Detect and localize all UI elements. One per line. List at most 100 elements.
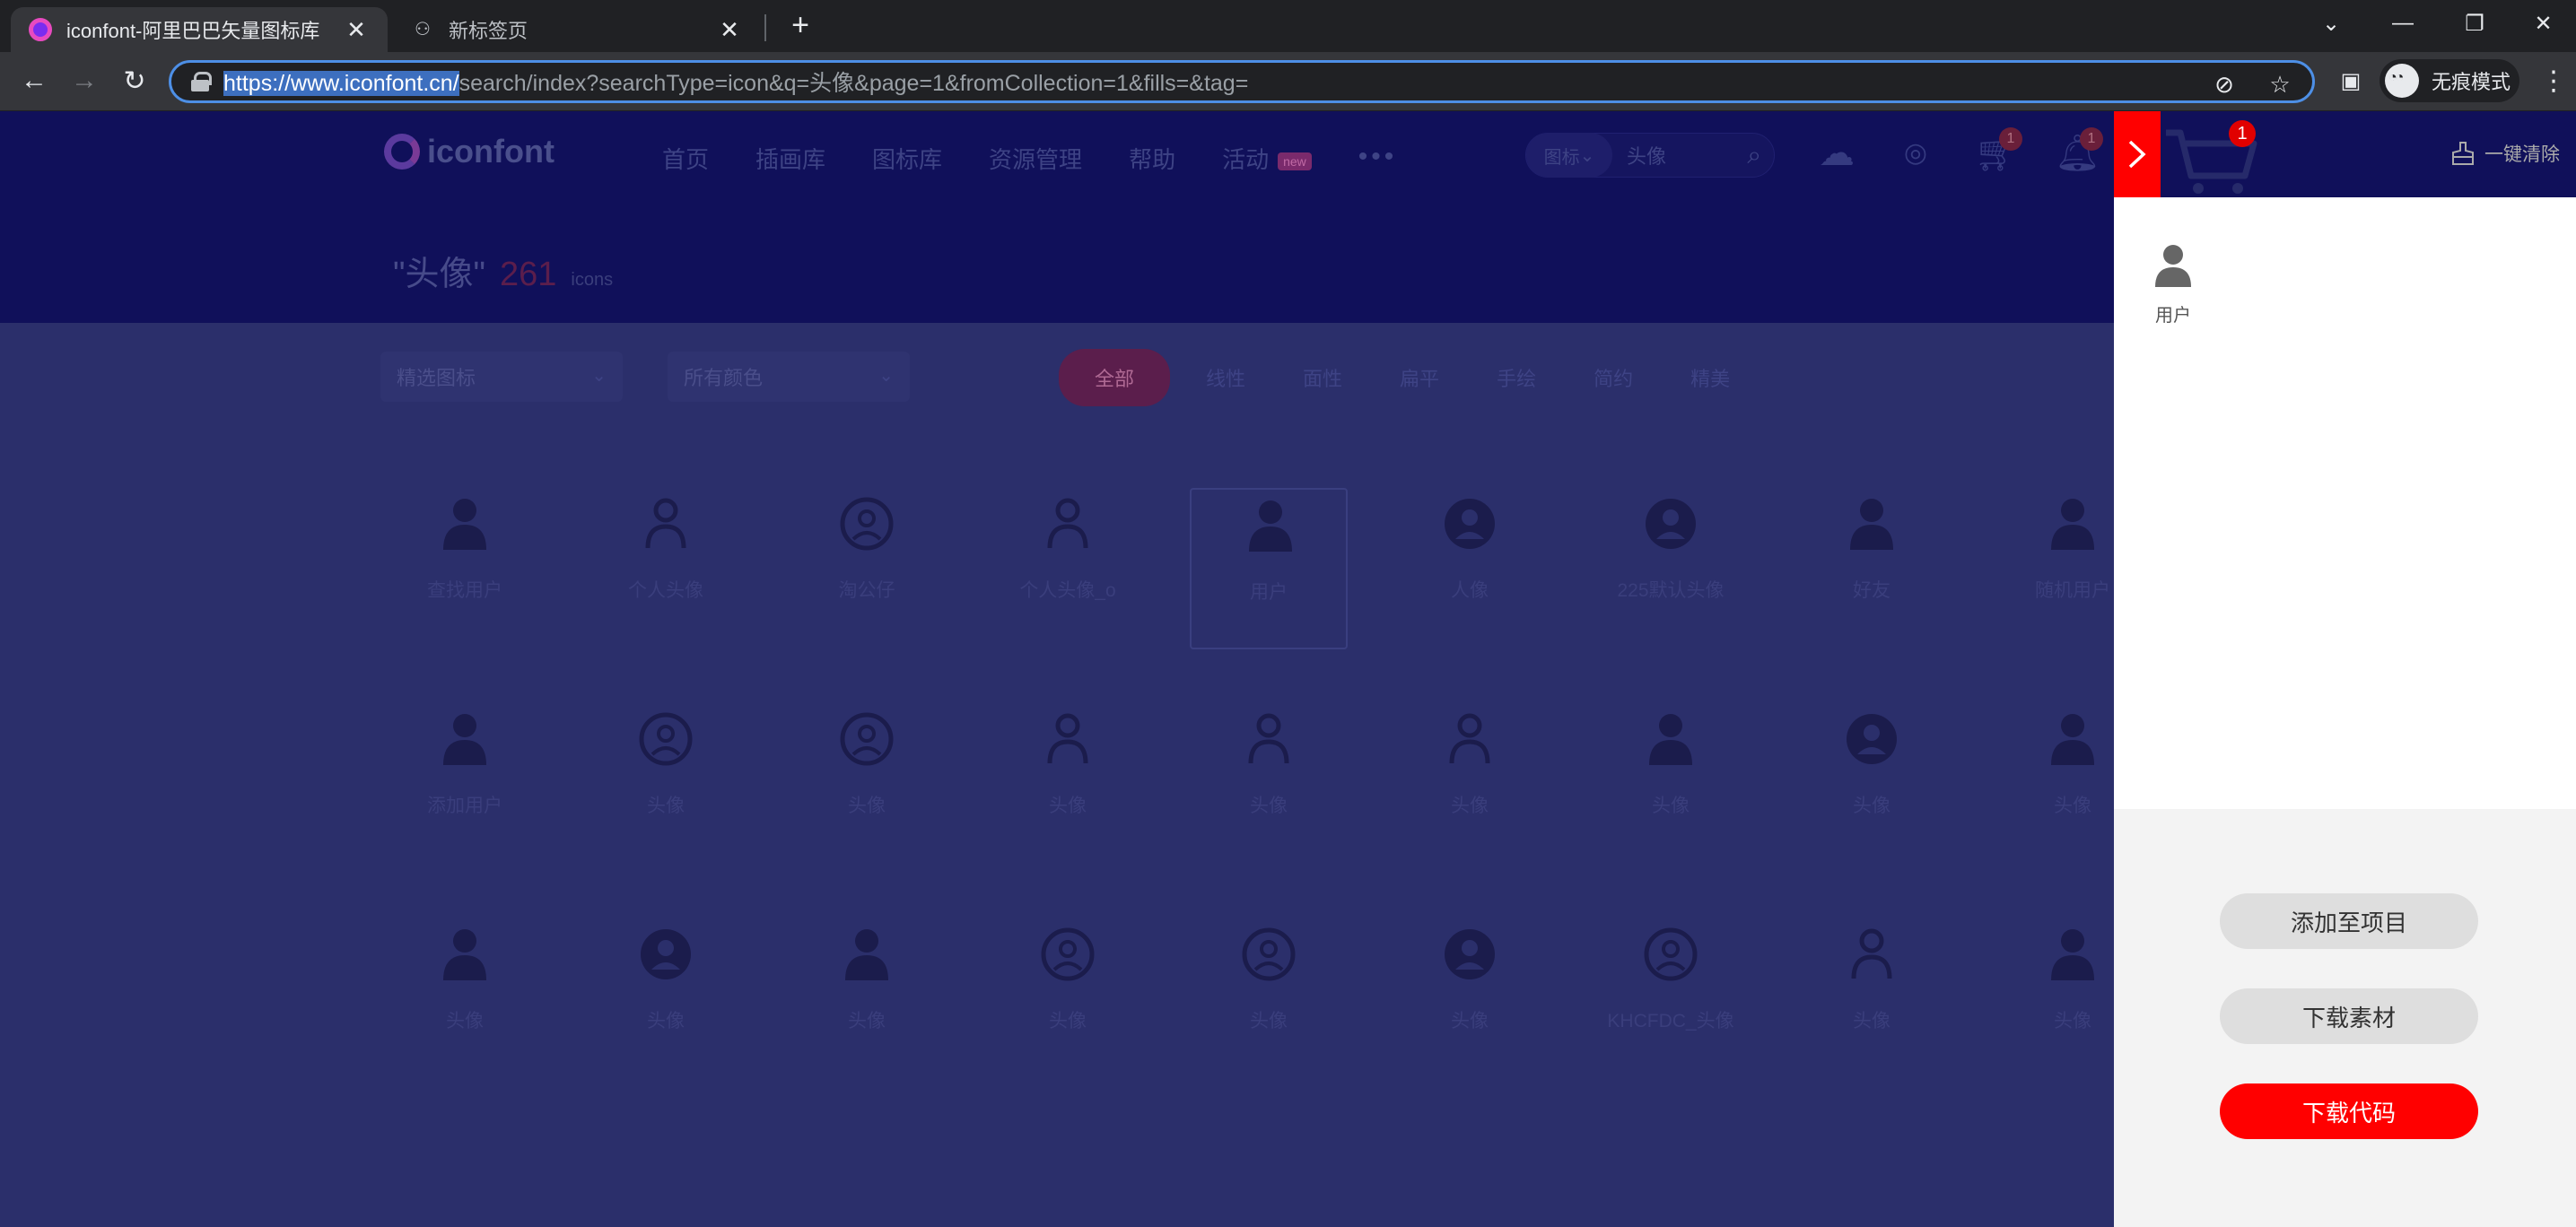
- pill-handdrawn[interactable]: 手绘: [1497, 363, 1536, 392]
- style-filter-pills: 全部 线性 面性 扁平 手绘 简约 精美: [1059, 349, 1787, 406]
- icon-card[interactable]: 好友: [1793, 488, 1951, 649]
- iconfont-logo[interactable]: iconfont: [384, 133, 554, 170]
- download-assets-button[interactable]: 下载素材: [2220, 988, 2478, 1044]
- color-select[interactable]: 所有颜色 ⌄: [668, 352, 910, 402]
- close-tab-icon[interactable]: ✕: [343, 16, 370, 44]
- nav-resource-manage[interactable]: 资源管理: [989, 142, 1082, 175]
- icon-card[interactable]: 头像: [386, 918, 544, 1080]
- url-text[interactable]: https://www.iconfont.cn/search/index?sea…: [223, 65, 1248, 98]
- avatar-icon: [788, 918, 946, 990]
- collapse-drawer-button[interactable]: [2114, 111, 2161, 197]
- nav-icon-library[interactable]: 图标库: [872, 142, 942, 175]
- bookmark-star-icon[interactable]: ☆: [2266, 70, 2294, 99]
- main-nav: 首页 插画库 图标库 资源管理 帮助 活动 new •••: [662, 142, 1397, 175]
- icon-card-name: 淘公仔: [838, 580, 895, 601]
- icon-card[interactable]: 淘公仔: [788, 488, 946, 649]
- pill-flat[interactable]: 扁平: [1400, 363, 1439, 392]
- icon-card[interactable]: 个人头像: [587, 488, 745, 649]
- icon-card[interactable]: 头像: [1793, 918, 1951, 1080]
- language-icon[interactable]: ◎: [1893, 131, 1938, 176]
- icon-card[interactable]: 人像: [1391, 488, 1549, 649]
- title-count: 261: [499, 256, 557, 293]
- icon-card[interactable]: 225默认头像: [1592, 488, 1750, 649]
- browser-menu-icon[interactable]: ⋮: [2534, 61, 2573, 100]
- close-window-button[interactable]: ✕: [2511, 0, 2576, 47]
- more-menu-icon[interactable]: •••: [1358, 142, 1398, 175]
- incognito-badge[interactable]: 无痕模式: [2380, 59, 2519, 102]
- upload-cloud-icon[interactable]: ☁: [1814, 131, 1859, 176]
- icon-card[interactable]: 头像: [1391, 918, 1549, 1080]
- pill-filled[interactable]: 面性: [1303, 363, 1342, 392]
- icon-card[interactable]: 头像: [989, 703, 1147, 865]
- icon-card[interactable]: 头像: [1190, 703, 1348, 865]
- icon-card-name: 头像: [1652, 796, 1690, 816]
- avatar-icon: [1391, 703, 1549, 775]
- nav-help[interactable]: 帮助: [1129, 142, 1175, 175]
- icon-card[interactable]: 头像: [587, 918, 745, 1080]
- pill-fine[interactable]: 精美: [1690, 363, 1730, 392]
- avatar-icon: [1190, 703, 1348, 775]
- icon-card-name: 头像: [1853, 796, 1891, 816]
- new-tab-button[interactable]: +: [782, 7, 818, 43]
- tab-search-icon[interactable]: ⌄: [2295, 0, 2367, 47]
- tab-new-tab[interactable]: ⚇ 新标签页 ✕: [393, 7, 761, 52]
- icon-card[interactable]: 头像: [788, 703, 946, 865]
- nav-illustrations[interactable]: 插画库: [755, 142, 825, 175]
- icon-card[interactable]: 头像: [1592, 703, 1750, 865]
- icon-card[interactable]: 头像: [1391, 703, 1549, 865]
- cart-item-list: 用户: [2114, 197, 2576, 809]
- add-to-project-button[interactable]: 添加至项目: [2220, 893, 2478, 949]
- user-icon: [2155, 245, 2191, 287]
- icon-card[interactable]: 添加用户: [386, 703, 544, 865]
- nav-home[interactable]: 首页: [662, 142, 709, 175]
- forward-button[interactable]: →: [65, 61, 104, 100]
- broom-icon: [2452, 142, 2474, 165]
- search-type-select[interactable]: 图标 ⌄: [1526, 133, 1612, 178]
- featured-icons-select[interactable]: 精选图标 ⌄: [380, 352, 623, 402]
- avatar-icon: [989, 488, 1147, 560]
- pill-all[interactable]: 全部: [1059, 349, 1171, 406]
- clear-all-button[interactable]: 一键清除: [2450, 140, 2560, 167]
- icon-card-name: 人像: [1451, 580, 1489, 601]
- browser-tabstrip: iconfont-阿里巴巴矢量图标库 ✕ ⚇ 新标签页 ✕ + ⌄ — ❐ ✕: [0, 0, 2576, 52]
- chevron-down-icon: ⌄: [878, 366, 894, 386]
- icon-card[interactable]: 头像: [587, 703, 745, 865]
- iconfont-favicon-icon: [29, 18, 52, 41]
- icon-card-name: 头像: [1451, 796, 1489, 816]
- close-tab-icon[interactable]: ✕: [716, 16, 743, 44]
- reload-button[interactable]: ↻: [115, 61, 154, 100]
- search-input[interactable]: 头像: [1627, 141, 1747, 170]
- tab-iconfont[interactable]: iconfont-阿里巴巴矢量图标库 ✕: [11, 7, 388, 52]
- icon-card[interactable]: KHCFDC_头像: [1592, 918, 1750, 1080]
- reading-list-icon[interactable]: ▣: [2331, 61, 2371, 100]
- download-code-button[interactable]: 下载代码: [2220, 1083, 2478, 1139]
- pill-simple[interactable]: 简约: [1594, 363, 1633, 392]
- icon-card-name: 查找用户: [427, 580, 502, 601]
- nav-activity[interactable]: 活动 new: [1222, 142, 1312, 175]
- url-path: search/index?searchType=icon&q=头像&page=1…: [458, 71, 1249, 96]
- icon-card[interactable]: 头像: [1793, 703, 1951, 865]
- icon-card[interactable]: 头像: [989, 918, 1147, 1080]
- icon-card[interactable]: 个人头像_o: [989, 488, 1147, 649]
- icon-card-name: 添加用户: [427, 796, 502, 816]
- incognito-avatar-icon: [2385, 64, 2419, 98]
- avatar-icon: [1190, 918, 1348, 990]
- avatar-icon: [1793, 488, 1951, 560]
- address-bar[interactable]: https://www.iconfont.cn/search/index?sea…: [169, 60, 2315, 103]
- icon-card[interactable]: 用户: [1190, 488, 1348, 649]
- eye-off-icon[interactable]: ⊘: [2210, 70, 2239, 99]
- icon-card[interactable]: 头像: [1190, 918, 1348, 1080]
- icon-card[interactable]: 查找用户: [386, 488, 544, 649]
- lock-icon[interactable]: [191, 72, 212, 91]
- back-button[interactable]: ←: [14, 61, 54, 100]
- filter-label: 所有颜色: [684, 367, 764, 389]
- cart-item[interactable]: 用户: [2146, 242, 2200, 326]
- icon-card[interactable]: 头像: [788, 918, 946, 1080]
- tab-separator: [764, 14, 766, 41]
- restore-button[interactable]: ❐: [2439, 0, 2511, 47]
- minimize-button[interactable]: —: [2367, 0, 2439, 47]
- icon-card-name: 个人头像_o: [1019, 580, 1116, 601]
- search-icon[interactable]: ⌕: [1747, 141, 1761, 170]
- pill-linear[interactable]: 线性: [1206, 363, 1245, 392]
- avatar-icon: [989, 918, 1147, 990]
